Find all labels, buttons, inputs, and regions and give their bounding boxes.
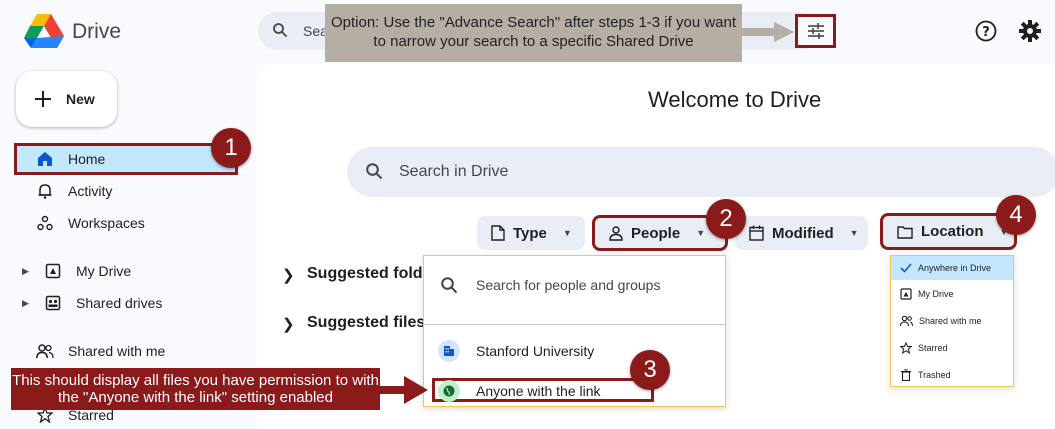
type-filter-chip[interactable]: Type ▼ [477,216,585,250]
app-name[interactable]: Drive [72,20,121,44]
expand-caret-icon[interactable]: ▶ [22,266,34,277]
location-option-label: Starred [918,343,948,353]
plus-icon [34,90,52,108]
check-icon [900,263,912,273]
location-option-anywhere[interactable]: Anywhere in Drive [891,256,1013,280]
gear-icon[interactable] [1019,20,1041,42]
search-icon [365,162,383,180]
bell-icon [34,183,56,199]
sidebar-item-label: Shared with me [68,343,166,359]
expand-caret-icon[interactable]: ▶ [22,298,34,309]
sidebar-item-label: Workspaces [68,215,145,231]
search-icon [272,22,288,38]
step-badge-3: 3 [630,350,670,390]
advanced-search-button[interactable] [795,14,836,48]
my-drive-icon [900,288,912,300]
drive-search-bar[interactable]: Search in Drive [347,147,1055,197]
chevron-down-icon: ▼ [562,228,572,238]
option-label: Stanford University [476,343,595,359]
chevron-right-icon[interactable]: ❯ [282,266,295,284]
option-stanford-university[interactable]: Stanford University [438,340,594,362]
location-option-shared-with-me[interactable]: Shared with me [891,309,1013,333]
globe-icon [438,380,460,402]
new-button[interactable]: New [16,71,117,127]
drive-search-placeholder: Search in Drive [399,163,509,180]
shared-drives-icon [42,295,64,311]
chevron-down-icon: ▼ [849,228,859,238]
chip-label: People [631,224,681,242]
sidebar-item-label: Shared drives [76,295,163,311]
people-dropdown: Search for people and groups Stanford Un… [423,255,726,407]
sidebar-item-label: My Drive [76,263,132,279]
suggested-folders-heading[interactable]: Suggested folde [307,265,431,283]
sidebar-item-shared-with-me[interactable]: Shared with me [14,335,238,367]
step-badge-4: 4 [996,195,1036,235]
star-icon [900,342,912,354]
callout-arrow-top [742,22,794,42]
svg-text:?: ? [982,25,990,40]
chip-label: Modified [772,224,834,242]
workspaces-icon [34,215,56,231]
suggested-files-heading[interactable]: Suggested files [307,314,425,332]
page-title: Welcome to Drive [648,87,822,112]
home-icon [34,151,56,167]
location-option-starred[interactable]: Starred [891,336,1013,360]
sidebar-item-shared-drives[interactable]: ▶ Shared drives [14,287,238,319]
sidebar-item-label: Home [68,151,106,167]
location-option-label: Trashed [918,370,951,380]
divider [424,324,725,325]
location-option-label: Anywhere in Drive [918,263,992,273]
modified-filter-chip[interactable]: Modified ▼ [735,216,868,250]
option-anyone-with-link[interactable]: Anyone with the link [438,380,601,402]
location-option-label: My Drive [918,289,954,299]
trash-icon [900,369,912,381]
calendar-icon [749,225,764,241]
my-drive-icon [42,263,64,279]
chevron-right-icon[interactable]: ❯ [282,315,295,333]
folder-icon [897,225,913,239]
people-icon [900,315,913,327]
chip-label: Type [513,224,547,242]
location-option-label: Shared with me [919,316,982,326]
help-icon[interactable]: ? [975,20,997,42]
location-option-trashed[interactable]: Trashed [891,363,1013,387]
option-label: Anyone with the link [476,383,601,399]
domain-icon [438,340,460,362]
sidebar-item-my-drive[interactable]: ▶ My Drive [14,255,238,287]
step-badge-1: 1 [211,128,251,168]
sidebar-item-activity[interactable]: Activity [14,175,238,207]
tune-icon [807,23,825,39]
people-search-field[interactable]: Search for people and groups [440,276,660,294]
person-icon [609,225,623,241]
location-dropdown: Anywhere in Drive My Drive Shared with m… [890,255,1014,387]
step-badge-2: 2 [706,199,746,239]
chip-label: Location [921,223,984,240]
sidebar-item-workspaces[interactable]: Workspaces [14,207,238,239]
callout-arrow-bottom [380,376,428,404]
callout-advanced-search: Option: Use the "Advance Search" after s… [325,4,742,62]
file-icon [491,225,505,241]
chevron-down-icon: ▼ [696,228,706,238]
people-icon [34,343,56,359]
sidebar-item-home[interactable]: Home [14,143,238,175]
location-option-my-drive[interactable]: My Drive [891,282,1013,306]
people-search-placeholder: Search for people and groups [476,277,661,293]
drive-logo-icon[interactable] [24,12,64,48]
new-button-label: New [66,91,95,107]
search-icon [440,276,458,294]
callout-anyone-with-link: This should display all files you have p… [11,368,380,410]
sidebar-item-label: Activity [68,183,113,199]
